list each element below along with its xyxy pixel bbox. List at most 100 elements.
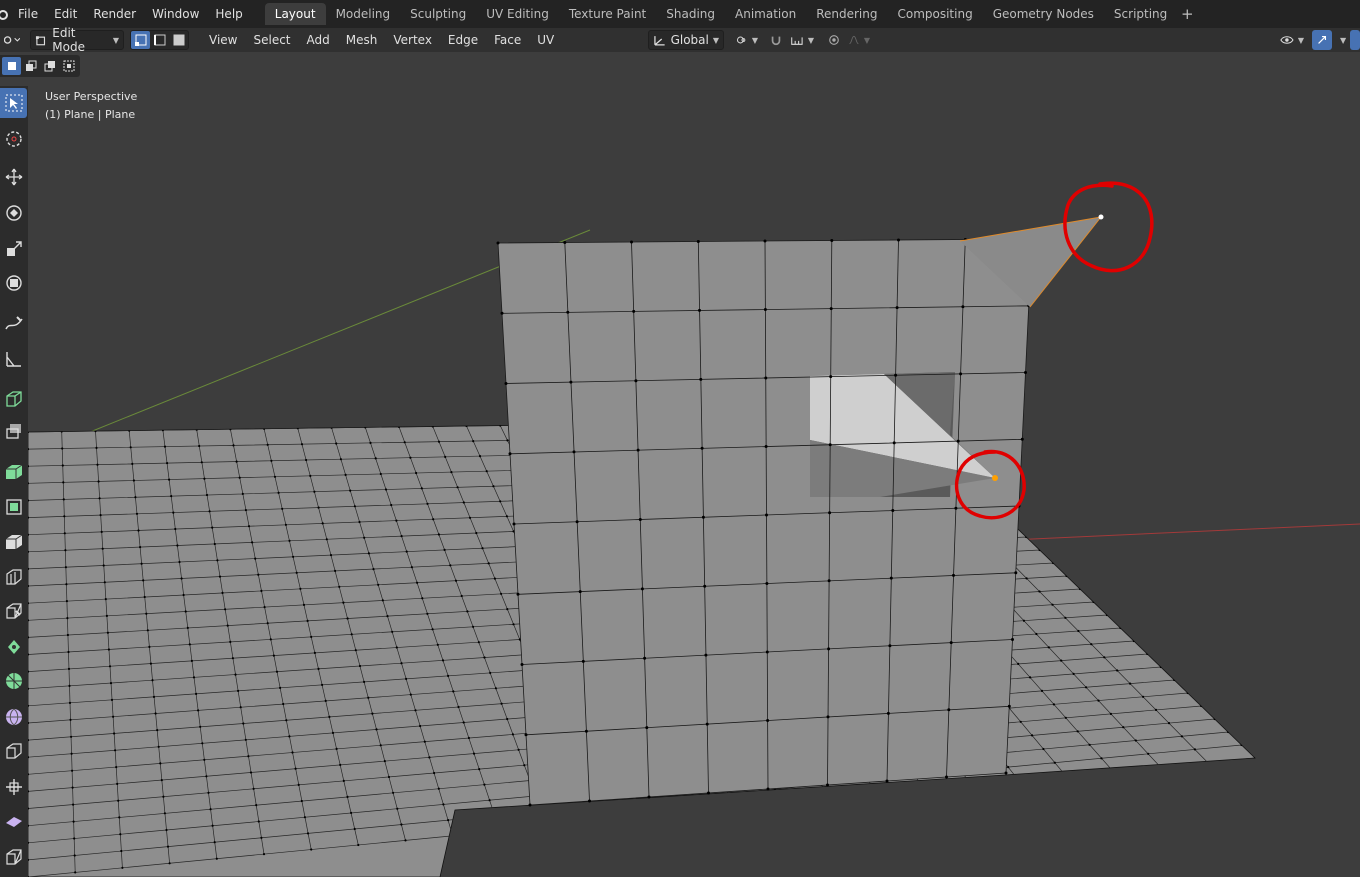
- tab-texture-paint[interactable]: Texture Paint: [559, 3, 656, 25]
- editor-type-button[interactable]: [0, 30, 24, 50]
- vertex-select-icon[interactable]: [131, 31, 150, 49]
- cursor-tool[interactable]: [0, 124, 27, 154]
- bevel-icon: [5, 499, 22, 515]
- transform-tool[interactable]: [0, 268, 27, 298]
- loop-cut-icon: [5, 534, 22, 549]
- select-box-tool[interactable]: [0, 88, 27, 118]
- inset-faces-tool[interactable]: [0, 456, 27, 486]
- perspective-label: User Perspective: [45, 90, 138, 103]
- knife-icon: [5, 569, 22, 585]
- gizmo-dropdown[interactable]: ▼: [1332, 30, 1346, 50]
- tab-uv-editing[interactable]: UV Editing: [476, 3, 559, 25]
- top-bar: File Edit Render Window Help Layout Mode…: [0, 0, 1360, 28]
- main-menu: File Edit Render Window Help: [10, 3, 251, 25]
- shrink-fatten-icon: [5, 779, 22, 795]
- menu-select[interactable]: Select: [245, 30, 298, 50]
- viewport-info: User Perspective (1) Plane | Plane: [45, 88, 137, 124]
- tab-compositing[interactable]: Compositing: [887, 3, 982, 25]
- scale-tool[interactable]: [0, 234, 27, 264]
- falloff-dropdown[interactable]: ▼: [844, 30, 874, 50]
- chevron-down-icon: ▼: [712, 35, 719, 45]
- shear-tool[interactable]: [0, 806, 27, 836]
- smooth-icon: [5, 673, 22, 689]
- bevel-tool[interactable]: [0, 492, 27, 522]
- tab-modeling[interactable]: Modeling: [326, 3, 401, 25]
- edge-slide-icon: [5, 743, 22, 759]
- select-extend-icon[interactable]: [21, 57, 40, 75]
- select-subtract-icon[interactable]: [40, 57, 59, 75]
- blender-logo-icon[interactable]: [0, 0, 10, 28]
- pivot-icon: [736, 36, 746, 44]
- eye-icon: [1280, 36, 1294, 44]
- overlay-toggle[interactable]: [1350, 30, 1360, 50]
- cursor-icon: [5, 131, 22, 147]
- select-invert-icon[interactable]: [59, 57, 78, 75]
- menu-file[interactable]: File: [10, 3, 46, 25]
- tab-layout[interactable]: Layout: [264, 3, 326, 25]
- menu-vertex[interactable]: Vertex: [385, 30, 440, 50]
- extrude-region-tool[interactable]: [0, 416, 27, 446]
- visibility-dropdown[interactable]: ▼: [1276, 30, 1308, 50]
- face-select-icon[interactable]: [169, 31, 188, 49]
- edge-select-icon[interactable]: [150, 31, 169, 49]
- menu-edit[interactable]: Edit: [46, 3, 85, 25]
- tab-geometry-nodes[interactable]: Geometry Nodes: [983, 3, 1104, 25]
- to-sphere-tool[interactable]: [0, 702, 27, 732]
- annotate-tool[interactable]: [0, 308, 27, 338]
- inset-faces-icon: [5, 464, 22, 479]
- snap-toggle[interactable]: [766, 30, 786, 50]
- tab-animation[interactable]: Animation: [725, 3, 806, 25]
- knife-tool[interactable]: [0, 562, 27, 592]
- spin-tool[interactable]: [0, 632, 27, 662]
- pivot-point-dropdown[interactable]: ▼: [732, 30, 762, 50]
- edge-slide-tool[interactable]: [0, 736, 27, 766]
- shrink-fatten-tool[interactable]: [0, 772, 27, 802]
- transform-orientation-dropdown[interactable]: Global ▼: [648, 30, 724, 50]
- poly-build-tool[interactable]: [0, 596, 27, 626]
- mode-label: Edit Mode: [52, 26, 85, 54]
- loop-cut-tool[interactable]: [0, 526, 27, 556]
- mode-dropdown[interactable]: Edit Mode ▼: [30, 26, 124, 54]
- menu-help[interactable]: Help: [207, 3, 250, 25]
- menu-edge[interactable]: Edge: [440, 30, 486, 50]
- add-cube-tool[interactable]: [0, 384, 27, 414]
- rip-region-tool[interactable]: [0, 842, 27, 872]
- move-tool[interactable]: [0, 162, 27, 192]
- menu-window[interactable]: Window: [144, 3, 207, 25]
- add-workspace-button[interactable]: +: [1177, 5, 1197, 23]
- select-new-icon[interactable]: [2, 57, 21, 75]
- menu-view[interactable]: View: [201, 30, 245, 50]
- shear-icon: [5, 817, 22, 827]
- tool-shelf: [0, 86, 28, 877]
- tab-sculpting[interactable]: Sculpting: [400, 3, 476, 25]
- chevron-down-icon: ▼: [1340, 35, 1347, 45]
- 3d-viewport[interactable]: [0, 52, 1360, 877]
- rotate-tool[interactable]: [0, 198, 27, 228]
- x-axis-line: [1009, 523, 1360, 541]
- scale-icon: [6, 241, 22, 256]
- menu-add[interactable]: Add: [299, 30, 338, 50]
- menu-mesh[interactable]: Mesh: [338, 30, 386, 50]
- tab-shading[interactable]: Shading: [656, 3, 725, 25]
- menu-render[interactable]: Render: [85, 3, 144, 25]
- transform-icon: [5, 275, 22, 291]
- measure-icon: [5, 352, 21, 367]
- proportional-edit-toggle[interactable]: [824, 30, 844, 50]
- smooth-tool[interactable]: [0, 666, 27, 696]
- menu-face[interactable]: Face: [486, 30, 529, 50]
- selection-mode-row: [0, 55, 80, 77]
- object-label: (1) Plane | Plane: [45, 108, 136, 121]
- add-cube-icon: [5, 391, 22, 407]
- chevron-down-icon: ▼: [807, 35, 814, 45]
- snap-target-dropdown[interactable]: ▼: [786, 30, 818, 50]
- blender-window: File Edit Render Window Help Layout Mode…: [0, 0, 1360, 877]
- viewport-scene[interactable]: [0, 52, 1360, 877]
- move-icon: [5, 168, 22, 186]
- gizmo-toggle[interactable]: [1312, 30, 1332, 50]
- chevron-down-icon: ▼: [751, 35, 758, 45]
- measure-tool[interactable]: [0, 344, 27, 374]
- orientation-label: Global: [670, 33, 709, 47]
- tab-scripting[interactable]: Scripting: [1104, 3, 1177, 25]
- tab-rendering[interactable]: Rendering: [806, 3, 887, 25]
- menu-uv[interactable]: UV: [529, 30, 562, 50]
